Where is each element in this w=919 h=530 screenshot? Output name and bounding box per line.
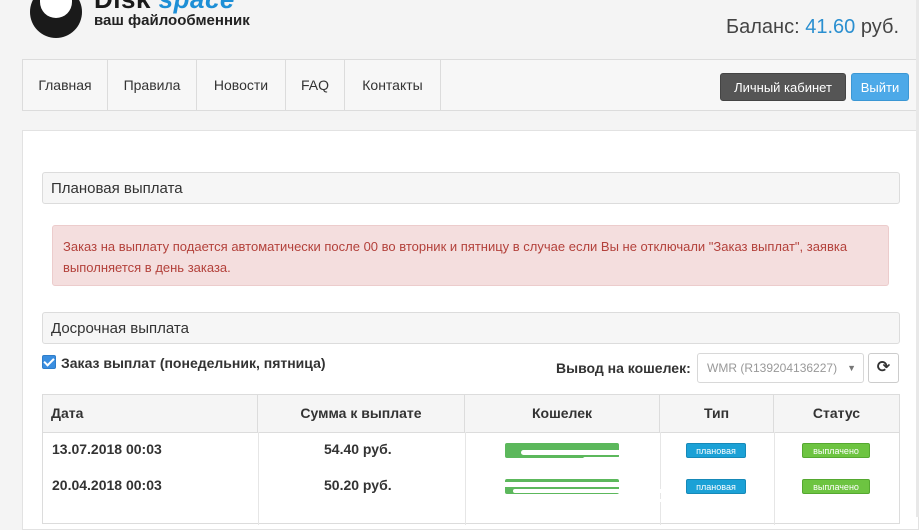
column-divider — [660, 432, 661, 525]
column-divider — [258, 432, 259, 525]
cloud-logo-icon — [30, 0, 82, 38]
column-header-status: Статус — [812, 405, 861, 421]
column-header-wallet: Кошелек — [465, 395, 660, 432]
refresh-icon: ⟳ — [876, 359, 891, 376]
wallet-redaction — [521, 450, 641, 455]
balance-label: Баланс: — [726, 16, 800, 38]
logo-title: Disk space — [94, 0, 235, 12]
nav-item-home[interactable]: Главная — [23, 60, 108, 110]
payout-table: Дата Сумма к выплате Кошелек Тип Статус … — [42, 394, 900, 525]
column-header-amount: Сумма к выплате — [258, 395, 465, 432]
cabinet-button[interactable]: Личный кабинет — [720, 73, 846, 101]
auto-payout-checkbox[interactable] — [42, 355, 56, 369]
refresh-button[interactable]: ⟳ — [868, 353, 899, 383]
column-header-type: Тип — [660, 395, 774, 432]
nav-item-rules[interactable]: Правила — [108, 60, 197, 110]
column-header-date: Дата — [43, 395, 258, 432]
early-payout-heading: Досрочная выплата — [42, 312, 900, 344]
nav-item-contacts[interactable]: Контакты — [345, 60, 441, 110]
column-divider — [465, 432, 466, 525]
row-amount: 50.20 руб. — [324, 477, 392, 493]
row-amount: 54.40 руб. — [324, 441, 392, 457]
caret-down-icon: ▼ — [847, 363, 856, 373]
type-badge: плановая — [686, 479, 746, 494]
status-badge: выплачено — [802, 443, 870, 458]
status-badge: выплачено — [802, 479, 870, 494]
type-badge: плановая — [686, 443, 746, 458]
planned-payout-heading: Плановая выплата — [42, 172, 900, 204]
wallet-select-value: WMR (R139204136227) — [707, 361, 838, 375]
wallet-label: Вывод на кошелек: — [556, 360, 691, 376]
balance-currency: руб. — [860, 16, 899, 38]
wallet-redaction — [513, 489, 663, 493]
site-logo[interactable]: Disk space ваш файлообменник — [30, 0, 290, 38]
wallet-redaction — [601, 499, 691, 502]
planned-payout-alert: Заказ на выплату подается автоматически … — [52, 225, 889, 286]
wallet-select[interactable]: WMR (R139204136227) ▼ — [697, 353, 864, 383]
logout-button[interactable]: Выйти — [851, 73, 909, 101]
logo-subtitle: ваш файлообменник — [94, 12, 250, 29]
table-header: Дата Сумма к выплате Кошелек Тип Статус — [43, 395, 899, 433]
auto-payout-checkbox-label: Заказ выплат (понедельник, пятница) — [61, 355, 326, 371]
wallet-redaction — [583, 457, 643, 461]
row-date: 20.04.2018 00:03 — [52, 477, 162, 493]
nav-item-news[interactable]: Новости — [197, 60, 286, 110]
row-date: 13.07.2018 00:03 — [52, 441, 162, 457]
balance-amount: 41.60 — [805, 16, 856, 38]
auto-payout-checkbox-row[interactable]: Заказ выплат (понедельник, пятница) — [42, 355, 326, 371]
balance: Баланс: 41.60 руб. — [726, 16, 899, 39]
wallet-redaction — [475, 482, 655, 487]
nav-item-faq[interactable]: FAQ — [286, 60, 345, 110]
column-divider — [774, 432, 775, 525]
